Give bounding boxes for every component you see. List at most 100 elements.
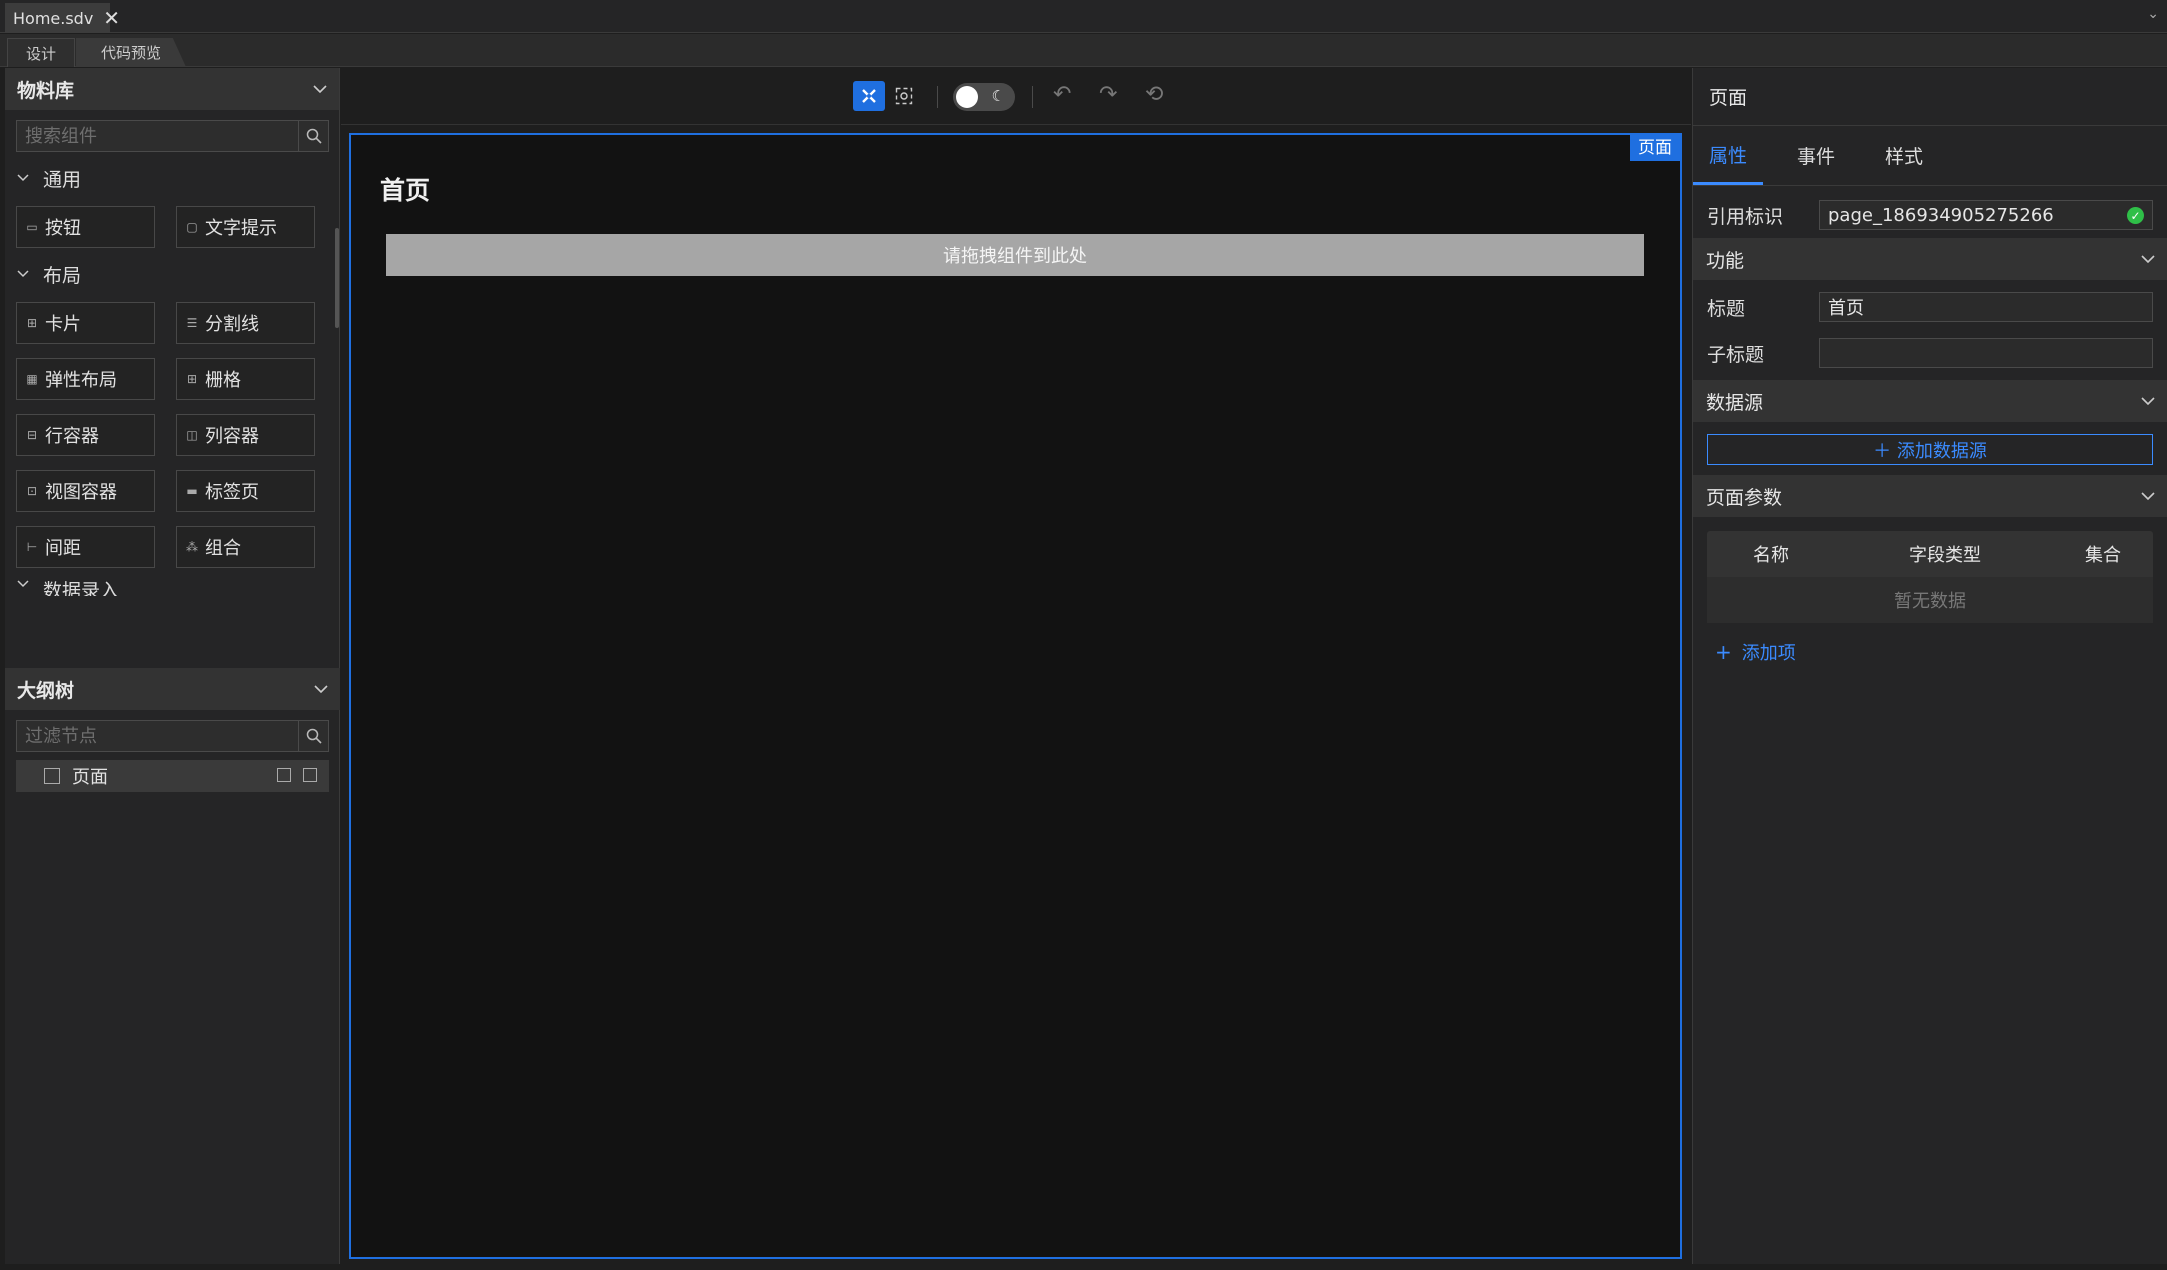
divider-icon: ☰: [186, 316, 198, 330]
grid-icon: ⊞: [186, 372, 198, 386]
tree-node-page[interactable]: 页面: [16, 760, 329, 792]
toggle-knob: [956, 86, 978, 108]
library-header[interactable]: 物料库: [5, 68, 339, 110]
component-divider[interactable]: ☰ 分割线: [176, 302, 315, 344]
drop-zone[interactable]: 请拖拽组件到此处: [386, 234, 1644, 276]
component-flex[interactable]: ▦ 弹性布局: [16, 358, 155, 400]
node-filter-input[interactable]: [17, 721, 297, 751]
page-icon: [44, 768, 60, 784]
copy-icon[interactable]: [277, 768, 291, 782]
group-general[interactable]: 通用: [5, 158, 339, 198]
check-icon: ✓: [2127, 207, 2144, 224]
tab-code-preview[interactable]: 代码预览: [76, 38, 186, 67]
component-row[interactable]: ⊟ 行容器: [16, 414, 155, 456]
component-label: 卡片: [45, 314, 81, 335]
preview-mode-icon[interactable]: [888, 81, 920, 111]
search-icon[interactable]: [298, 121, 328, 151]
tab-events[interactable]: 事件: [1781, 126, 1851, 185]
section-page-params[interactable]: 页面参数: [1693, 475, 2167, 517]
redo-icon[interactable]: ↷: [1099, 82, 1117, 107]
page-badge: 页面: [1630, 135, 1680, 161]
search-icon[interactable]: [298, 721, 328, 751]
theme-toggle[interactable]: ☾: [953, 83, 1015, 111]
params-empty: 暂无数据: [1707, 577, 2153, 623]
flex-icon: ▦: [26, 372, 38, 386]
col-collection: 集合: [2085, 545, 2121, 566]
chevron-down-icon: [2141, 391, 2155, 410]
chevron-down-icon[interactable]: [314, 679, 328, 698]
component-label: 弹性布局: [45, 370, 117, 391]
group-label: 布局: [43, 264, 82, 287]
component-search-input[interactable]: [17, 121, 297, 151]
ref-id-field: 引用标识 page_186934905275266 ✓: [1693, 192, 2167, 238]
group-icon: ⁂: [186, 540, 198, 554]
outline-header[interactable]: 大纲树: [5, 668, 340, 710]
section-label: 页面参数: [1706, 486, 1783, 509]
section-function[interactable]: 功能: [1693, 238, 2167, 280]
component-card[interactable]: ⊞ 卡片: [16, 302, 155, 344]
add-datasource-button[interactable]: ＋ 添加数据源: [1707, 434, 2153, 465]
section-label: 功能: [1706, 249, 1745, 272]
chevron-down-icon[interactable]: [313, 79, 327, 98]
group-data-entry[interactable]: 数据录入: [5, 574, 339, 596]
component-label: 按钮: [45, 218, 81, 239]
chevron-down-icon: [2141, 249, 2155, 268]
component-label: 行容器: [45, 426, 99, 447]
component-label: 视图容器: [45, 482, 117, 503]
component-label: 分割线: [205, 314, 259, 335]
component-tabs[interactable]: ▬ 标签页: [176, 470, 315, 512]
ref-id-label: 引用标识: [1707, 205, 1784, 228]
params-table: 名称 字段类型 集合 暂无数据: [1707, 531, 2153, 623]
canvas-toolbar: ☾ ↶ ↷ ⟲: [341, 68, 1691, 125]
component-spacing[interactable]: ⊢ 间距: [16, 526, 155, 568]
add-item-button[interactable]: + 添加项: [1715, 635, 2167, 669]
moon-icon: ☾: [991, 87, 1005, 105]
chevron-down-icon: [17, 576, 29, 592]
library-scrollbar[interactable]: [335, 228, 339, 328]
node-filter: [16, 720, 329, 752]
tab-properties[interactable]: 属性: [1693, 126, 1764, 185]
file-tab-label: Home.sdv: [13, 8, 94, 28]
component-tooltip[interactable]: ▢ 文字提示: [176, 206, 315, 248]
page-title: 首页: [380, 176, 431, 205]
close-icon[interactable]: ✕: [103, 8, 120, 28]
component-group[interactable]: ⁂ 组合: [176, 526, 315, 568]
button-icon: ▭: [26, 220, 38, 234]
view-icon: ⊡: [26, 484, 38, 498]
chevron-down-icon: [17, 266, 29, 282]
component-button[interactable]: ▭ 按钮: [16, 206, 155, 248]
component-column[interactable]: ◫ 列容器: [176, 414, 315, 456]
ref-id-input[interactable]: page_186934905275266 ✓: [1819, 200, 2153, 230]
duplicate-icon[interactable]: [303, 768, 317, 782]
tab-design[interactable]: 设计: [7, 38, 75, 67]
file-tab-home[interactable]: Home.sdv ✕: [5, 3, 120, 33]
properties-panel: 页面 属性 事件 样式 引用标识 page_186934905275266 ✓ …: [1692, 68, 2167, 1264]
undo-icon[interactable]: ↶: [1053, 82, 1071, 107]
tabs-icon: ▬: [186, 484, 198, 498]
props-tabs: 属性 事件 样式: [1693, 126, 2167, 186]
title-input[interactable]: 首页: [1819, 292, 2153, 322]
title-field: 标题 首页: [1693, 284, 2167, 330]
params-table-header: 名称 字段类型 集合: [1707, 531, 2153, 577]
file-tab-bar: Home.sdv ✕ ⌄: [0, 0, 2167, 33]
design-mode-icon[interactable]: [853, 81, 885, 111]
ref-id-value: page_186934905275266: [1828, 204, 2054, 226]
page-canvas[interactable]: 页面 首页 请拖拽组件到此处: [349, 133, 1682, 1259]
group-layout[interactable]: 布局: [5, 254, 339, 294]
component-label: 列容器: [205, 426, 259, 447]
tab-styles[interactable]: 样式: [1869, 126, 1939, 185]
row-icon: ⊟: [26, 428, 38, 442]
component-view[interactable]: ⊡ 视图容器: [16, 470, 155, 512]
subtitle-input[interactable]: [1819, 338, 2153, 368]
outline-panel: 大纲树 页面: [5, 668, 340, 792]
section-datasource[interactable]: 数据源: [1693, 380, 2167, 422]
component-grid[interactable]: ⊞ 栅格: [176, 358, 315, 400]
component-label: 间距: [45, 538, 81, 559]
outline-title: 大纲树: [17, 679, 75, 702]
column-icon: ◫: [186, 428, 198, 442]
chevron-down-icon: [17, 170, 29, 186]
chevron-down-icon[interactable]: ⌄: [2147, 6, 2159, 22]
history-icon[interactable]: ⟲: [1145, 82, 1163, 107]
section-label: 数据源: [1706, 391, 1764, 414]
card-icon: ⊞: [26, 316, 38, 330]
